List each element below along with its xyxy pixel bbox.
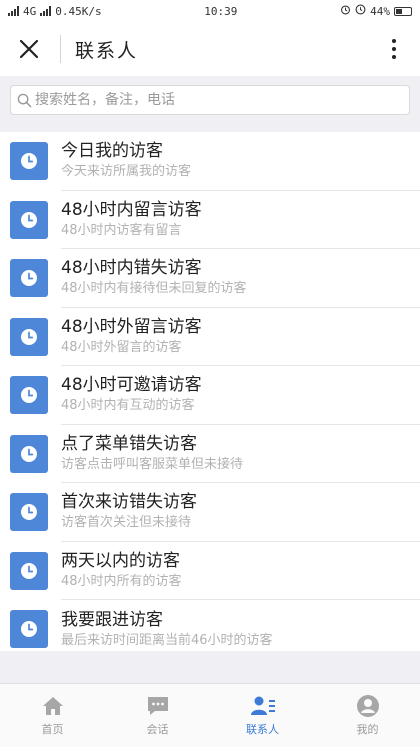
clock-icon	[10, 434, 48, 473]
list-item-text: 点了菜单错失访客 访客点击呼叫客服菜单但未接待	[61, 425, 420, 483]
search-box[interactable]	[10, 85, 410, 115]
list-item[interactable]: 48小时可邀请访客 48小时内有互动的访客	[0, 366, 420, 425]
tab-contacts[interactable]: 联系人	[210, 684, 315, 747]
search-input[interactable]	[35, 92, 403, 108]
clock-icon	[10, 376, 48, 415]
list-item-title: 48小时可邀请访客	[61, 375, 202, 396]
list-item-title: 48小时内留言访客	[61, 199, 202, 220]
more-dot-icon	[392, 39, 396, 43]
tab-label: 会话	[146, 723, 169, 736]
tab-home[interactable]: 首页	[0, 684, 105, 747]
list-item-subtitle: 48小时外留言的访客	[61, 339, 182, 355]
clock-icon	[10, 142, 48, 181]
section-gap	[0, 124, 420, 132]
list-item-text: 48小时外留言访客 48小时外留言的访客	[61, 308, 420, 366]
list-item[interactable]: 48小时内留言访客 48小时内访客有留言	[0, 191, 420, 249]
list-item-subtitle: 48小时内访客有留言	[61, 222, 182, 238]
clock-icon	[10, 610, 48, 649]
clock-icon	[10, 317, 48, 356]
clock-icon	[10, 551, 48, 590]
list-item-subtitle: 最后来访时间距离当前46小时的访客	[61, 632, 273, 648]
tab-label: 联系人	[246, 723, 279, 736]
list-item[interactable]: 48小时内错失访客 48小时内有接待但未回复的访客	[0, 249, 420, 308]
list-item-text: 48小时可邀请访客 48小时内有互动的访客	[61, 366, 420, 425]
close-icon	[19, 39, 39, 59]
network-speed: 0.45K/s	[55, 4, 102, 18]
list-item-title: 我要跟进访客	[61, 609, 163, 630]
tab-chat[interactable]: 会话	[105, 684, 210, 747]
list-item-subtitle: 48小时内所有的访客	[61, 573, 182, 589]
battery-percent: 44%	[370, 4, 390, 18]
list-item-text: 48小时内错失访客 48小时内有接待但未回复的访客	[61, 249, 420, 308]
contacts-icon	[250, 696, 275, 715]
close-button[interactable]	[14, 34, 44, 64]
header-divider	[60, 35, 61, 63]
list-item-text: 48小时内留言访客 48小时内访客有留言	[61, 191, 420, 249]
list-item-subtitle: 访客首次关注但未接待	[61, 515, 192, 531]
status-right: 44%	[340, 4, 412, 18]
list-item[interactable]: 48小时外留言访客 48小时外留言的访客	[0, 308, 420, 366]
list-item-title: 两天以内的访客	[61, 550, 180, 571]
list-item-title: 点了菜单错失访客	[61, 433, 197, 454]
battery-icon	[393, 6, 412, 16]
alarm-icon	[340, 4, 351, 18]
tab-label: 我的	[356, 723, 379, 736]
list-item-text: 我要跟进访客 最后来访时间距离当前46小时的访客	[61, 600, 420, 659]
list-item-subtitle: 今天来访所属我的访客	[61, 164, 192, 180]
list-item-title: 首次来访错失访客	[61, 492, 197, 513]
list-bottom-gap	[0, 651, 420, 683]
list-item-title: 今日我的访客	[61, 141, 163, 162]
list-item-text: 今日我的访客 今天来访所属我的访客	[61, 132, 420, 191]
status-time: 10:39	[204, 4, 238, 18]
list-item-title: 48小时内错失访客	[61, 258, 202, 279]
clock-icon	[10, 259, 48, 298]
tab-label: 首页	[41, 723, 64, 736]
list-item-text: 两天以内的访客 48小时内所有的访客	[61, 542, 420, 600]
more-button[interactable]	[382, 34, 406, 64]
tab-bar: 首页 会话 联系人 我的	[0, 683, 420, 747]
clock-icon	[10, 200, 48, 239]
clock-icon	[355, 4, 366, 18]
signal-icon-2	[40, 6, 52, 16]
home-icon	[42, 697, 63, 715]
list-item-text: 首次来访错失访客 访客首次关注但未接待	[61, 483, 420, 542]
header: 联系人	[0, 22, 420, 76]
status-bar: 4G 0.45K/s 10:39 44%	[0, 0, 420, 22]
search-icon	[17, 93, 32, 107]
signal-icon	[8, 6, 19, 16]
list-item-title: 48小时外留言访客	[61, 316, 202, 337]
network-type: 4G	[23, 4, 37, 18]
list-item-subtitle: 48小时内有接待但未回复的访客	[61, 281, 247, 297]
list-item[interactable]: 首次来访错失访客 访客首次关注但未接待	[0, 483, 420, 542]
more-dot-icon	[392, 55, 396, 59]
more-dot-icon	[392, 47, 396, 51]
chat-icon	[147, 697, 168, 715]
user-icon	[356, 695, 379, 717]
status-left: 4G 0.45K/s	[8, 5, 102, 18]
list-item[interactable]: 今日我的访客 今天来访所属我的访客	[0, 132, 420, 191]
page-title: 联系人	[75, 39, 139, 62]
list-item[interactable]: 我要跟进访客 最后来访时间距离当前46小时的访客	[0, 600, 420, 659]
list-item[interactable]: 点了菜单错失访客 访客点击呼叫客服菜单但未接待	[0, 425, 420, 483]
search-bar	[0, 76, 420, 124]
clock-icon	[10, 493, 48, 532]
list-item-subtitle: 48小时内有互动的访客	[61, 398, 195, 414]
tab-me[interactable]: 我的	[315, 684, 420, 747]
visitor-category-list: 今日我的访客 今天来访所属我的访客 48小时内留言访客 48小时内访客有留言 4…	[0, 132, 420, 659]
list-item[interactable]: 两天以内的访客 48小时内所有的访客	[0, 542, 420, 600]
list-item-subtitle: 访客点击呼叫客服菜单但未接待	[61, 456, 244, 472]
